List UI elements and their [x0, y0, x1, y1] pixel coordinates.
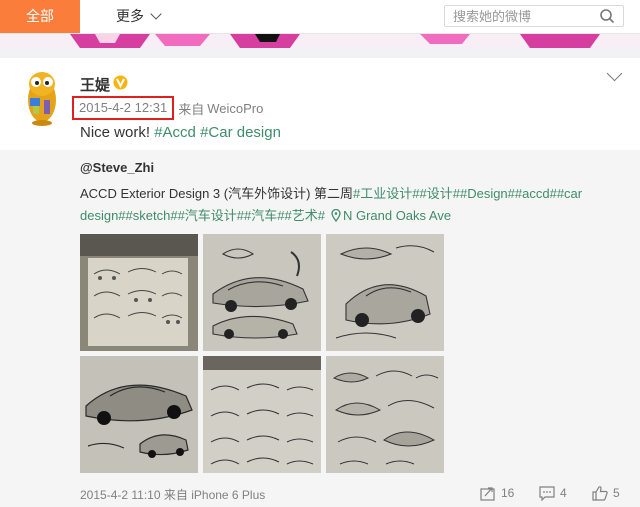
verified-badge-icon	[113, 75, 128, 90]
share-icon	[480, 486, 495, 501]
tab-more-label: 更多	[116, 8, 144, 24]
sketch-photo-1[interactable]	[80, 234, 198, 351]
source-app[interactable]: WeicoPro	[207, 101, 263, 116]
post-meta: 2015-4-2 12:31 来自 WeicoPro	[72, 96, 263, 120]
top-bar: 全部 更多	[0, 0, 640, 34]
repost-hashtags-1[interactable]: #工业设计##设计##Design##accd##car	[353, 186, 582, 201]
tab-more[interactable]: 更多	[116, 0, 162, 33]
search-icon[interactable]	[599, 8, 617, 24]
hashtag-car-design[interactable]: #Car design	[200, 124, 281, 141]
like-count: 5	[613, 486, 620, 500]
cover-banner	[0, 34, 640, 48]
like-action[interactable]: 5	[592, 484, 620, 502]
repost-source-prefix: 来自	[163, 488, 188, 502]
sketch-photo-6[interactable]	[326, 356, 444, 473]
photo-grid	[80, 234, 450, 474]
repost-action[interactable]: 16	[480, 484, 514, 502]
repost-text: ACCD Exterior Design 3 (汽车外饰设计) 第二周#工业设计…	[80, 183, 600, 227]
search-input[interactable]	[445, 6, 593, 26]
repost-hashtags-2[interactable]: design##sketch##汽车设计##汽车##艺术#	[80, 208, 325, 223]
repost-time[interactable]: 2015-4-2 11:10	[80, 488, 161, 502]
repost-source-app[interactable]: iPhone 6 Plus	[191, 488, 265, 502]
repost-user[interactable]: @Steve_Zhi	[80, 160, 154, 175]
comment-icon	[539, 485, 555, 501]
card-menu-chevron-icon[interactable]	[606, 65, 623, 82]
comment-action[interactable]: 4	[539, 484, 567, 502]
repost-footer: 2015-4-2 11:10 来自 iPhone 6 Plus 16 4 5	[80, 484, 630, 502]
hashtag-accd[interactable]: #Accd	[154, 124, 196, 141]
post-time[interactable]: 2015-4-2 12:31	[72, 96, 175, 120]
chevron-down-icon	[150, 8, 162, 20]
thumbs-up-icon	[592, 485, 608, 501]
avatar[interactable]	[20, 70, 64, 126]
comment-count: 4	[560, 486, 567, 500]
author-name[interactable]: 王媞	[80, 74, 110, 95]
search-box[interactable]	[444, 5, 624, 27]
post-text: Nice work!	[80, 124, 155, 141]
weibo-card: 王媞 2015-4-2 12:31 来自 WeicoPro Nice work!…	[0, 58, 640, 507]
repost-plain-text: ACCD Exterior Design 3 (汽车外饰设计) 第二周	[80, 186, 354, 201]
repost-location[interactable]: N Grand Oaks Ave	[343, 208, 451, 223]
post-content: Nice work! #Accd #Car design	[80, 124, 281, 141]
repost-block: @Steve_Zhi ACCD Exterior Design 3 (汽车外饰设…	[0, 150, 640, 507]
sketch-photo-5[interactable]	[203, 356, 321, 473]
repost-footer-meta: 2015-4-2 11:10 来自 iPhone 6 Plus	[80, 486, 265, 503]
sketch-photo-3[interactable]	[326, 234, 444, 351]
tab-all[interactable]: 全部	[0, 0, 80, 33]
sketch-photo-4[interactable]	[80, 356, 198, 473]
repost-count: 16	[501, 486, 515, 500]
sketch-photo-2[interactable]	[203, 234, 321, 351]
source-prefix: 来自	[178, 101, 205, 117]
location-pin-icon	[331, 209, 341, 222]
